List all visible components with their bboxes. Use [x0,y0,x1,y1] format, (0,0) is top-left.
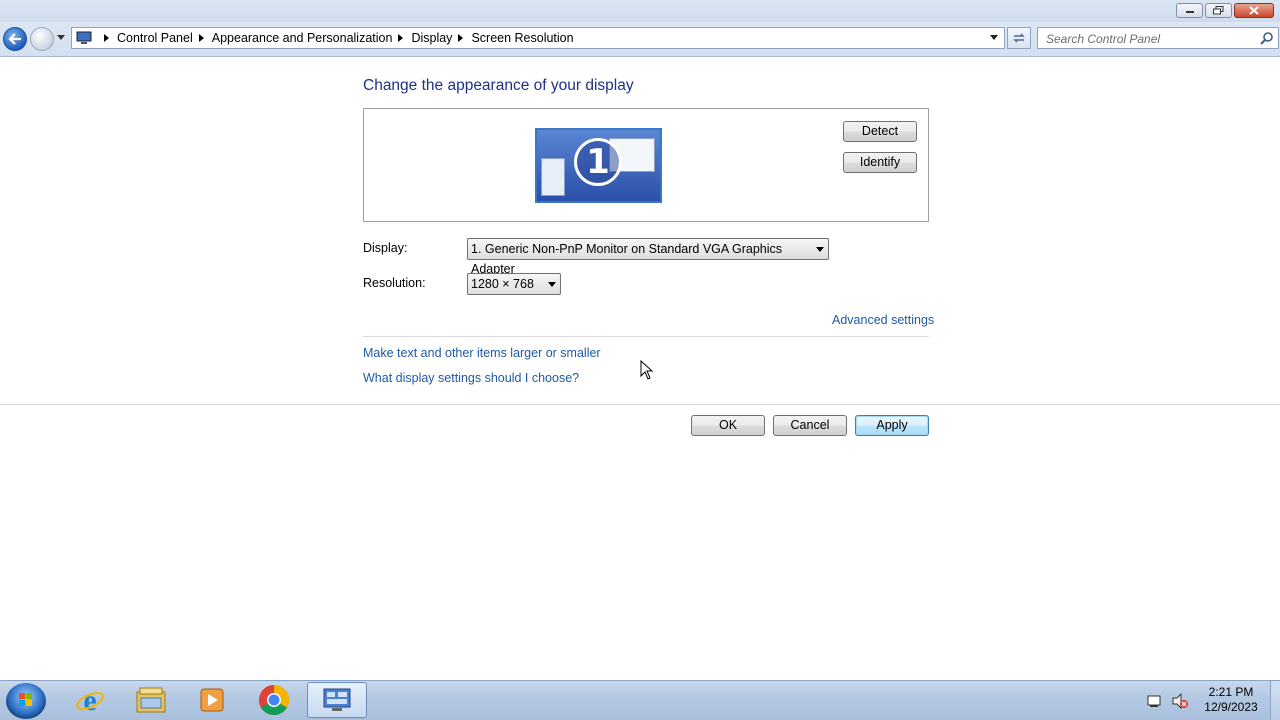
breadcrumb-control-panel[interactable]: Control Panel [117,31,193,45]
restore-icon [1213,6,1224,15]
display-select-value: 1. Generic Non-PnP Monitor on Standard V… [471,242,783,276]
restore-button[interactable] [1205,3,1232,18]
clock-date: 12/9/2023 [1204,700,1258,714]
text-size-link[interactable]: Make text and other items larger or smal… [363,346,601,360]
breadcrumb-separator-icon[interactable] [458,34,464,42]
taskbar-chrome[interactable] [244,682,304,718]
advanced-settings-link[interactable]: Advanced settings [832,313,934,327]
chevron-down-icon [816,247,824,252]
close-icon [1249,6,1259,15]
back-arrow-icon [8,33,21,45]
windows-explorer-icon [136,687,166,713]
monitor-preview-area: 1 Detect Identify [363,108,929,222]
window-thumbnail [541,158,565,196]
display-select[interactable]: 1. Generic Non-PnP Monitor on Standard V… [467,238,829,276]
forward-button[interactable] [30,27,54,51]
chevron-down-icon [548,282,556,287]
taskbar: e 2:21 PM 12/9/2023 [0,680,1280,720]
breadcrumb-screen-resolution[interactable]: Screen Resolution [471,31,573,45]
breadcrumb-separator-icon[interactable] [104,34,109,42]
breadcrumb-appearance[interactable]: Appearance and Personalization [212,31,393,45]
minimize-button[interactable] [1176,3,1203,18]
back-button[interactable] [3,27,27,51]
identify-button[interactable]: Identify [843,152,917,173]
refresh-icon [1013,33,1025,43]
monitor-1-thumbnail[interactable]: 1 [535,128,662,203]
chrome-icon [258,685,290,716]
breadcrumb-separator-icon[interactable] [398,34,404,42]
svg-text:e: e [83,685,96,715]
show-desktop-button[interactable] [1270,681,1280,720]
detect-button[interactable]: Detect [843,121,917,142]
breadcrumb-display[interactable]: Display [411,31,452,45]
taskbar-control-panel[interactable] [307,682,367,718]
cancel-button[interactable]: Cancel [773,415,847,436]
navigation-bar: Control Panel Appearance and Personaliza… [0,22,1280,57]
page-title: Change the appearance of your display [363,77,634,94]
breadcrumb-separator-icon[interactable] [198,34,204,42]
title-bar [0,0,1280,22]
caption-buttons [1176,3,1274,18]
taskbar-windows-explorer[interactable] [121,682,181,718]
control-panel-icon [323,688,351,711]
search-icon[interactable] [1260,31,1274,45]
divider [363,336,929,337]
monitor-number: 1 [574,138,622,186]
control-panel-icon [76,31,92,44]
address-bar[interactable]: Control Panel Appearance and Personaliza… [71,27,1005,49]
resolution-select-value: 1280 × 768 [471,277,534,291]
windows-logo-icon [19,693,32,706]
apply-button[interactable]: Apply [855,415,929,436]
taskbar-media-player[interactable] [182,682,242,718]
address-dropdown-icon[interactable] [990,35,998,40]
ok-button[interactable]: OK [691,415,765,436]
close-button[interactable] [1234,3,1274,18]
minimize-icon [1185,10,1194,13]
display-help-link[interactable]: What display settings should I choose? [363,371,579,385]
footer-divider [0,404,1280,405]
media-player-icon [200,688,224,712]
search-input[interactable] [1044,29,1258,49]
volume-muted-icon[interactable] [1171,693,1189,709]
resolution-select[interactable]: 1280 × 768 [467,273,561,295]
breadcrumb: Control Panel Appearance and Personaliza… [98,31,574,45]
recent-pages-chevron-icon[interactable] [57,35,65,41]
clock-time: 2:21 PM [1208,685,1254,699]
resolution-label: Resolution: [363,276,426,290]
search-box[interactable] [1037,27,1279,49]
taskbar-internet-explorer[interactable]: e [60,682,120,718]
system-clock[interactable]: 2:21 PM 12/9/2023 [1196,685,1266,715]
refresh-button[interactable] [1007,27,1031,49]
action-center-flag-icon[interactable] [1146,694,1162,708]
mouse-cursor-icon [640,360,654,380]
start-button[interactable] [6,683,46,719]
internet-explorer-icon: e [76,685,104,715]
display-label: Display: [363,241,408,255]
